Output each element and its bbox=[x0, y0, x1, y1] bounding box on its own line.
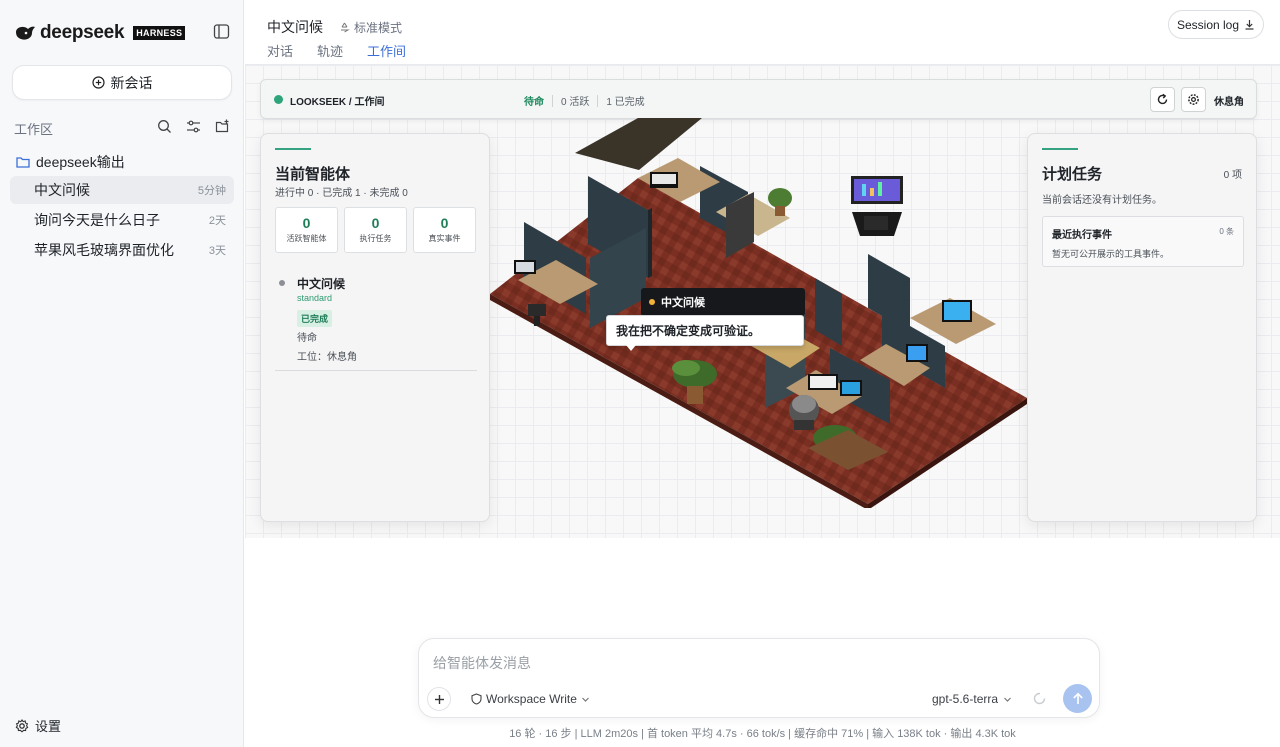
conversation-title: 询问今天是什么日子 bbox=[34, 212, 160, 228]
whale-logo-icon bbox=[16, 26, 35, 40]
workspace-folder[interactable]: deepseek输出 bbox=[16, 152, 125, 172]
workspace-header: 工作区 bbox=[14, 119, 230, 137]
brand-name: deepseek bbox=[40, 22, 125, 43]
chevron-down-icon bbox=[581, 697, 589, 702]
conversation-time: 2天 bbox=[208, 215, 226, 227]
stat-value: 0 bbox=[371, 215, 380, 231]
model-label: gpt-5.6-terra bbox=[932, 692, 999, 706]
current-agents-panel: 当前智能体 进行中 0 · 已完成 1 · 未完成 0 0 活跃智能体 0 执行… bbox=[260, 133, 490, 522]
new-folder-icon[interactable] bbox=[215, 119, 230, 134]
speech-bubble-tail bbox=[626, 345, 636, 351]
filter-settings-icon[interactable] bbox=[186, 119, 201, 134]
brand-logo[interactable]: deepseek HARNESS bbox=[14, 22, 186, 44]
task-count: 0 项 bbox=[1223, 170, 1242, 181]
session-log-label: Session log bbox=[1176, 17, 1240, 32]
stat-active-agents: 0 活跃智能体 bbox=[275, 207, 338, 253]
conversation-header: 中文问候 标准模式 bbox=[267, 17, 402, 37]
conversation-item[interactable]: 苹果风毛玻璃界面优化 3天 bbox=[10, 236, 234, 264]
stat-label: 执行任务 bbox=[359, 234, 392, 243]
refresh-icon bbox=[1157, 93, 1168, 105]
event-count: 0 条 bbox=[1219, 227, 1234, 236]
stat-real-events: 0 真实事件 bbox=[413, 207, 476, 253]
done-count: 1 已完成 bbox=[606, 97, 645, 108]
plus-circle-icon bbox=[91, 76, 105, 89]
new-chat-label: 新会话 bbox=[110, 74, 153, 91]
folder-label: deepseek输出 bbox=[36, 154, 125, 170]
agent-type: standard bbox=[297, 293, 333, 303]
agent-name: 中文问候 bbox=[297, 277, 346, 291]
stat-label: 真实事件 bbox=[428, 234, 461, 243]
chevron-down-icon bbox=[1004, 697, 1011, 702]
message-input[interactable]: 给智能体发消息 bbox=[433, 653, 531, 673]
agents-summary: 进行中 0 · 已完成 1 · 未完成 0 bbox=[275, 188, 408, 199]
workspace-permission-select[interactable]: Workspace Write bbox=[471, 692, 590, 706]
conversation-item[interactable]: 询问今天是什么日子 2天 bbox=[10, 206, 234, 234]
speech-text: 我在把不确定变成可验证。 bbox=[616, 324, 761, 338]
conversation-title: 苹果风毛玻璃界面优化 bbox=[34, 242, 174, 258]
session-stats: 16 轮 · 16 步 | LLM 2m20s | 首 token 平均 4.7… bbox=[509, 728, 1016, 740]
brand-badge: HARNESS bbox=[133, 26, 186, 40]
shield-icon bbox=[471, 693, 482, 705]
agent-indicator-dot bbox=[649, 299, 655, 305]
attach-button[interactable] bbox=[427, 687, 451, 711]
panel-title: 当前智能体 bbox=[275, 166, 351, 183]
loading-spinner-icon bbox=[1033, 692, 1046, 705]
plus-icon bbox=[434, 694, 444, 704]
workspace-label: 工作区 bbox=[14, 122, 54, 137]
arrow-up-icon bbox=[1072, 692, 1083, 704]
planned-tasks-panel: 计划任务 0 项 当前会话还没有计划任务。 最近执行事件 0 条 暂无可公开展示… bbox=[1027, 133, 1257, 522]
agent-status-dot bbox=[279, 280, 285, 286]
agent-nameplate-label: 中文问候 bbox=[661, 297, 705, 309]
recent-events-card: 最近执行事件 0 条 暂无可公开展示的工具事件。 bbox=[1042, 216, 1244, 267]
rest-corner-label[interactable]: 休息角 bbox=[1214, 93, 1244, 108]
office-chair bbox=[864, 216, 888, 230]
folder-icon bbox=[16, 157, 30, 168]
refresh-button[interactable] bbox=[1150, 87, 1175, 112]
recycle-icon bbox=[341, 22, 350, 32]
agent-position: 工位：休息角 bbox=[297, 352, 357, 363]
workroom-status-bar: LOOKSEEK / 工作间 待命 0 活跃 1 已完成 休息角 bbox=[260, 79, 1257, 119]
sidebar-toggle-icon[interactable] bbox=[213, 23, 230, 40]
agent-state: 待命 bbox=[297, 333, 317, 344]
model-select[interactable]: gpt-5.6-terra bbox=[932, 692, 1012, 706]
sidebar: deepseek HARNESS 新会话 工作区 deepseek输出 中文问候… bbox=[0, 0, 244, 747]
workroom-settings-button[interactable] bbox=[1181, 87, 1206, 112]
gear-icon bbox=[1188, 94, 1199, 105]
new-chat-button[interactable]: 新会话 bbox=[12, 65, 232, 100]
conversation-time: 5分钟 bbox=[197, 185, 226, 197]
stat-running-tasks: 0 执行任务 bbox=[344, 207, 407, 253]
stat-value: 0 bbox=[440, 215, 449, 231]
agent-nameplate[interactable]: 中文问候 bbox=[641, 288, 805, 316]
download-icon bbox=[1245, 20, 1254, 30]
send-button[interactable] bbox=[1063, 684, 1092, 713]
workspace-permission-label: Workspace Write bbox=[486, 692, 577, 706]
conversation-item[interactable]: 中文问候 5分钟 bbox=[10, 176, 234, 204]
conversation-time: 3天 bbox=[208, 245, 226, 257]
panel-title: 计划任务 bbox=[1042, 166, 1103, 183]
session-log-button[interactable]: Session log bbox=[1168, 10, 1264, 39]
event-card-title: 最近执行事件 bbox=[1052, 230, 1112, 241]
stat-value: 0 bbox=[302, 215, 311, 231]
agent-speech-bubble: 我在把不确定变成可验证。 bbox=[606, 315, 804, 346]
active-count: 0 活跃 bbox=[561, 97, 590, 108]
status-dot bbox=[274, 95, 283, 104]
agent-status-badge: 已完成 bbox=[297, 310, 333, 327]
search-icon[interactable] bbox=[157, 119, 172, 134]
message-composer: 给智能体发消息 Workspace Write gpt-5.6-terra bbox=[418, 638, 1100, 718]
state-label: 待命 bbox=[524, 97, 544, 108]
mode-indicator[interactable]: 标准模式 bbox=[339, 19, 402, 36]
workroom-state: 待命 0 活跃 1 已完成 bbox=[524, 93, 645, 108]
empty-tasks-message: 当前会话还没有计划任务。 bbox=[1042, 195, 1162, 206]
event-empty-message: 暂无可公开展示的工具事件。 bbox=[1052, 249, 1170, 259]
page-title: 中文问候 bbox=[267, 19, 323, 35]
conversation-title: 中文问候 bbox=[34, 182, 90, 198]
mode-label: 标准模式 bbox=[354, 20, 403, 35]
stat-label: 活跃智能体 bbox=[286, 234, 327, 243]
workroom-label: LOOKSEEK / 工作间 bbox=[290, 97, 385, 108]
